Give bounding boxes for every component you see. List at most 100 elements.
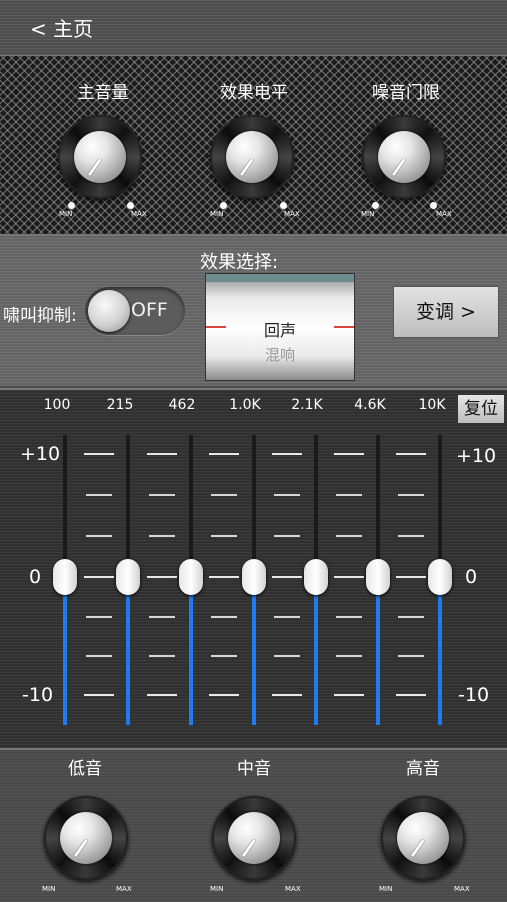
max-dot <box>127 202 134 209</box>
eq-slider-fill <box>126 577 130 725</box>
axis-left-zero: 0 <box>29 566 42 588</box>
eq-scale-tick <box>272 576 302 578</box>
eq-slider-fill <box>438 577 442 725</box>
axis-left-min: -10 <box>22 684 54 706</box>
treble-knob[interactable] <box>381 796 465 880</box>
max-label: MAX <box>284 210 300 218</box>
max-dot <box>430 202 437 209</box>
effect-select-title: 效果选择: <box>200 252 279 273</box>
eq-scale-tick <box>149 535 175 537</box>
axis-right-max: +10 <box>456 445 497 467</box>
axis-left-max: +10 <box>20 443 61 465</box>
eq-band-label: 100 <box>43 397 71 413</box>
max-label: MAX <box>131 210 147 218</box>
noise-gate-label: 噪音门限 <box>372 83 440 103</box>
knob-indicator <box>239 158 254 177</box>
eq-band-label: 4.6K <box>354 397 386 413</box>
eq-scale-tick <box>334 576 364 578</box>
effect-picker[interactable]: 回声 混响 <box>205 273 355 381</box>
eq-scale-tick <box>336 655 362 657</box>
eq-scale-tick <box>398 616 424 618</box>
eq-slider-fill <box>376 577 380 725</box>
knob-indicator <box>241 839 256 858</box>
eq-scale-tick <box>274 616 300 618</box>
eq-scale-tick <box>274 494 300 496</box>
toggle-thumb <box>88 290 130 332</box>
min-label: MIN <box>379 885 393 893</box>
eq-scale-tick <box>149 494 175 496</box>
eq-scale-tick <box>272 453 302 455</box>
knob-indicator <box>73 839 88 858</box>
eq-slider-thumb[interactable] <box>53 559 77 595</box>
eq-slider-fill <box>252 577 256 725</box>
eq-scale-tick <box>149 655 175 657</box>
eq-slider-thumb[interactable] <box>304 559 328 595</box>
eq-scale-tick <box>398 494 424 496</box>
max-label: MAX <box>436 210 452 218</box>
eq-scale-tick <box>147 453 177 455</box>
eq-scale-tick <box>336 535 362 537</box>
eq-scale-tick <box>336 616 362 618</box>
effect-level-label: 效果电平 <box>220 83 288 103</box>
eq-slider-thumb[interactable] <box>116 559 140 595</box>
eq-scale-tick <box>334 694 364 696</box>
eq-scale-tick <box>86 494 112 496</box>
eq-scale-tick <box>149 616 175 618</box>
eq-slider-thumb[interactable] <box>179 559 203 595</box>
min-dot <box>68 202 75 209</box>
max-label: MAX <box>285 885 301 893</box>
bass-knob[interactable] <box>44 796 128 880</box>
max-label: MAX <box>454 885 470 893</box>
knob-indicator <box>410 839 425 858</box>
back-button[interactable]: < 主页 <box>30 13 93 42</box>
mid-knob[interactable] <box>212 796 296 880</box>
bass-label: 低音 <box>68 759 102 779</box>
eq-slider-thumb[interactable] <box>428 559 452 595</box>
mid-label: 中音 <box>237 759 271 779</box>
eq-scale-tick <box>274 535 300 537</box>
eq-scale-tick <box>398 535 424 537</box>
eq-scale-tick <box>86 616 112 618</box>
eq-band-label: 462 <box>168 397 196 413</box>
eq-scale-tick <box>209 694 239 696</box>
eq-scale-tick <box>334 453 364 455</box>
eq-band-label: 215 <box>106 397 134 413</box>
min-label: MIN <box>361 210 375 218</box>
picker-next-option: 混响 <box>264 346 295 364</box>
toggle-state-text: OFF <box>131 299 168 321</box>
eq-scale-tick <box>274 655 300 657</box>
eq-scale-tick <box>84 694 114 696</box>
eq-slider-thumb[interactable] <box>242 559 266 595</box>
howl-suppression-label: 啸叫抑制: <box>3 306 77 326</box>
picker-top-cap <box>206 274 354 282</box>
eq-scale-tick <box>86 535 112 537</box>
picker-selected-option: 回声 <box>263 321 296 340</box>
knob-indicator <box>87 158 102 177</box>
eq-scale-tick <box>396 576 426 578</box>
min-label: MIN <box>210 885 224 893</box>
max-dot <box>280 202 287 209</box>
noise-gate-knob[interactable] <box>362 115 446 199</box>
eq-scale-tick <box>396 694 426 696</box>
eq-reset-button[interactable]: 复位 <box>457 394 505 424</box>
min-label: MIN <box>210 210 224 218</box>
master-volume-knob[interactable] <box>58 115 142 199</box>
eq-scale-tick <box>147 576 177 578</box>
min-label: MIN <box>42 885 56 893</box>
eq-scale-tick <box>396 453 426 455</box>
eq-scale-tick <box>272 694 302 696</box>
axis-right-min: -10 <box>458 684 490 706</box>
eq-slider-thumb[interactable] <box>366 559 390 595</box>
effect-level-knob[interactable] <box>210 115 294 199</box>
treble-label: 高音 <box>406 759 440 779</box>
transpose-button[interactable]: 变调 > <box>393 286 499 338</box>
eq-scale-tick <box>209 576 239 578</box>
howl-suppression-toggle[interactable]: OFF <box>85 287 185 335</box>
eq-scale-tick <box>336 494 362 496</box>
eq-scale-tick <box>84 576 114 578</box>
eq-scale-tick <box>147 694 177 696</box>
min-label: MIN <box>59 210 73 218</box>
eq-scale-tick <box>211 655 237 657</box>
min-dot <box>220 202 227 209</box>
eq-scale-tick <box>211 494 237 496</box>
